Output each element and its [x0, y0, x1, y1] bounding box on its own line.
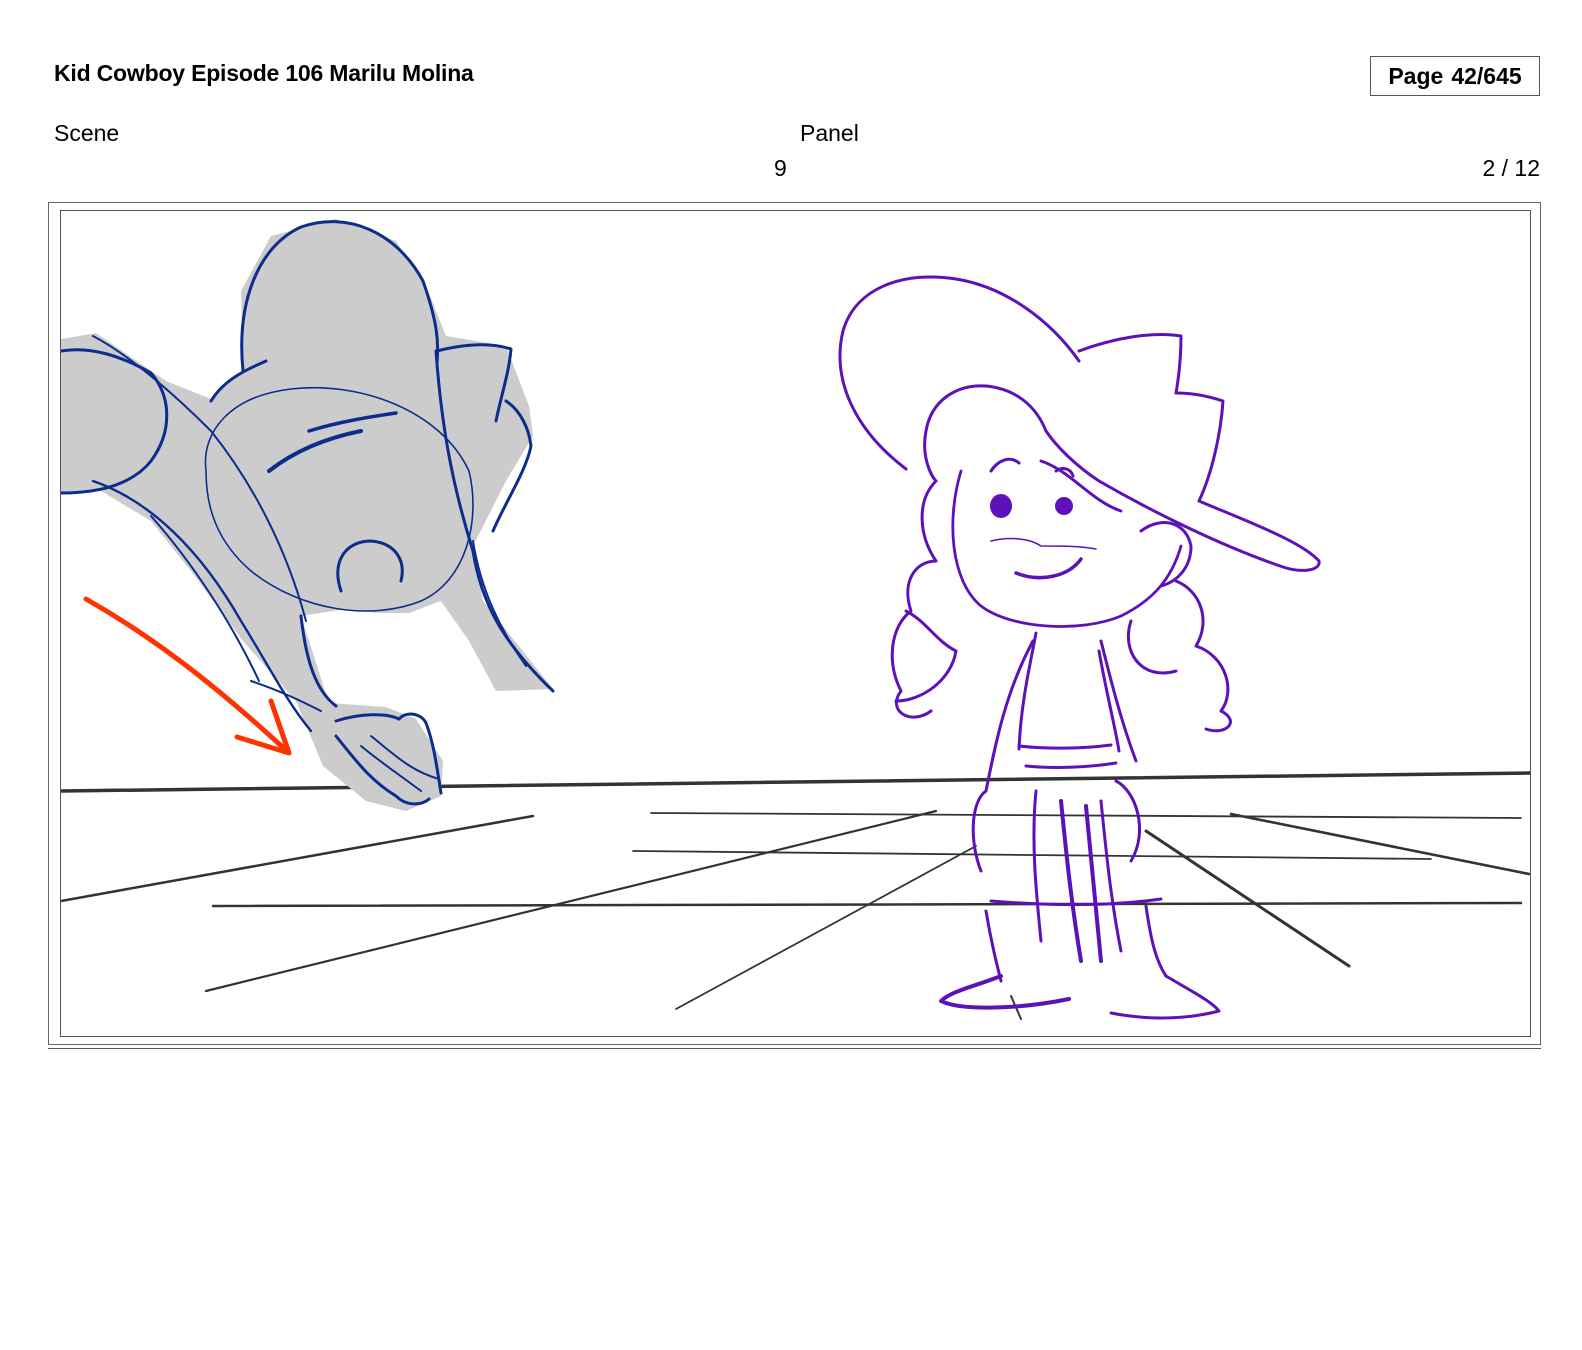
- page-indicator: Page 42/645: [1370, 56, 1540, 96]
- left-character-silhouette: [61, 219, 553, 811]
- page-number: 42/645: [1451, 63, 1522, 89]
- panel-number: 2 / 12: [1482, 155, 1540, 181]
- storyboard-sketch: [61, 219, 1530, 1020]
- panel-bottom-rule: [48, 1048, 1541, 1049]
- floor-lines: [61, 771, 1530, 1020]
- left-character: [61, 219, 555, 811]
- panel-label: Panel: [800, 120, 859, 146]
- scene-label: Scene: [54, 120, 120, 146]
- page-label: Page: [1388, 63, 1444, 89]
- episode-title: Kid Cowboy Episode 106 Marilu Molina: [54, 60, 474, 86]
- scene-number: 9: [774, 155, 787, 181]
- storyboard-panel: [60, 210, 1531, 1037]
- right-character: [838, 275, 1321, 1020]
